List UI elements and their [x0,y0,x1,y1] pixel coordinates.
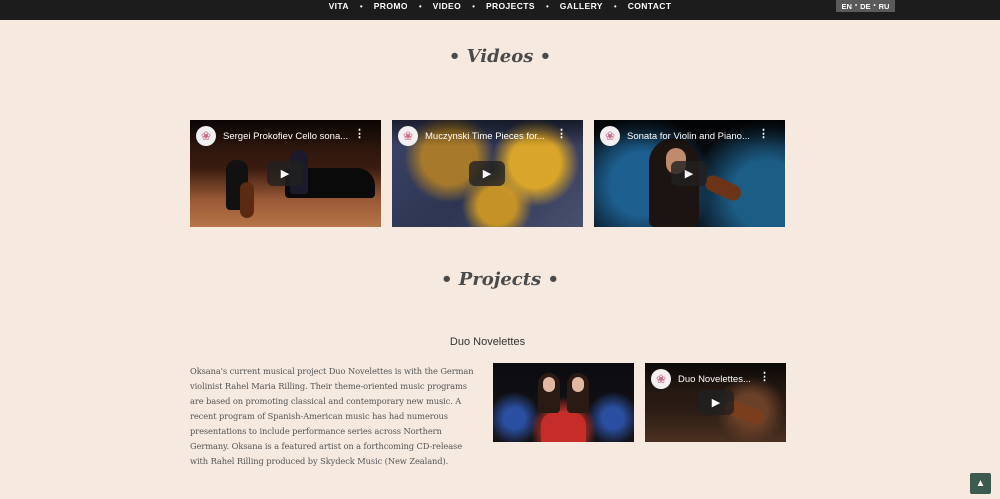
video-embed-muczynski[interactable]: ❀ Muczynski Time Pieces for... ⋮ ▶ [392,120,583,227]
musician-left-face [543,377,555,392]
video-title[interactable]: Duo Novelettes... [678,374,751,385]
video-title[interactable]: Sonata for Violin and Piano... [627,131,750,142]
projects-heading: • Projects • [441,269,559,290]
play-icon: ▶ [711,397,721,409]
play-button[interactable]: ▶ [267,161,303,186]
video-embed-duo-novelettes[interactable]: ❀ Duo Novelettes... ⋮ ▶ [645,363,786,442]
play-icon: ▶ [482,168,492,180]
play-button[interactable]: ▶ [469,161,505,186]
videos-heading: • Videos • [448,46,552,67]
play-button[interactable]: ▶ [698,390,734,415]
lang-separator: • [873,3,876,9]
more-options-icon[interactable]: ⋮ [758,129,769,140]
play-icon: ▶ [684,168,694,180]
nav-item-video[interactable]: VIDEO [433,1,461,11]
video-embed-prokofiev[interactable]: ❀ Sergei Prokofiev Cello sona... ⋮ ▶ [190,120,381,227]
channel-avatar-icon[interactable]: ❀ [196,126,216,146]
channel-avatar-icon[interactable]: ❀ [600,126,620,146]
language-switcher: EN • DE • RU [836,0,895,12]
duo-photo [493,363,634,442]
nav-item-projects[interactable]: PROJECTS [486,1,535,11]
nav-item-vita[interactable]: VITA [329,1,349,11]
more-options-icon[interactable]: ⋮ [354,129,365,140]
project-description: Oksana's current musical project Duo Nov… [190,366,474,466]
nav-separator: • [545,1,549,11]
cello-shape [240,182,254,218]
nav-separator: • [613,1,617,11]
nav-separator: • [418,1,422,11]
nav-separator: • [359,1,363,11]
lang-separator: • [854,3,858,9]
chevron-up-icon: ▲ [975,478,986,489]
back-to-top-button[interactable]: ▲ [970,473,991,494]
channel-avatar-icon[interactable]: ❀ [398,126,418,146]
violin-shape [702,172,744,204]
musician-right-face [572,377,584,392]
nav-item-contact[interactable]: CONTACT [628,1,672,11]
project-name: Duo Novelettes [449,336,526,348]
nav-item-gallery[interactable]: GALLERY [560,1,603,11]
video-title[interactable]: Sergei Prokofiev Cello sona... [223,131,348,142]
video-title[interactable]: Muczynski Time Pieces for... [425,131,545,142]
play-button[interactable]: ▶ [671,161,707,186]
nav-separator: • [472,1,475,11]
lang-ru[interactable]: RU [879,2,890,11]
video-embed-violin-sonata[interactable]: ❀ Sonata for Violin and Piano... ⋮ ▶ [594,120,785,227]
play-icon: ▶ [280,168,290,180]
red-dress-shape [541,413,586,442]
lang-de[interactable]: DE [860,2,870,11]
more-options-icon[interactable]: ⋮ [556,129,567,140]
more-options-icon[interactable]: ⋮ [759,372,770,383]
lang-en[interactable]: EN [842,2,852,11]
nav-item-promo[interactable]: PROMO [374,1,408,11]
channel-avatar-icon[interactable]: ❀ [651,369,671,389]
